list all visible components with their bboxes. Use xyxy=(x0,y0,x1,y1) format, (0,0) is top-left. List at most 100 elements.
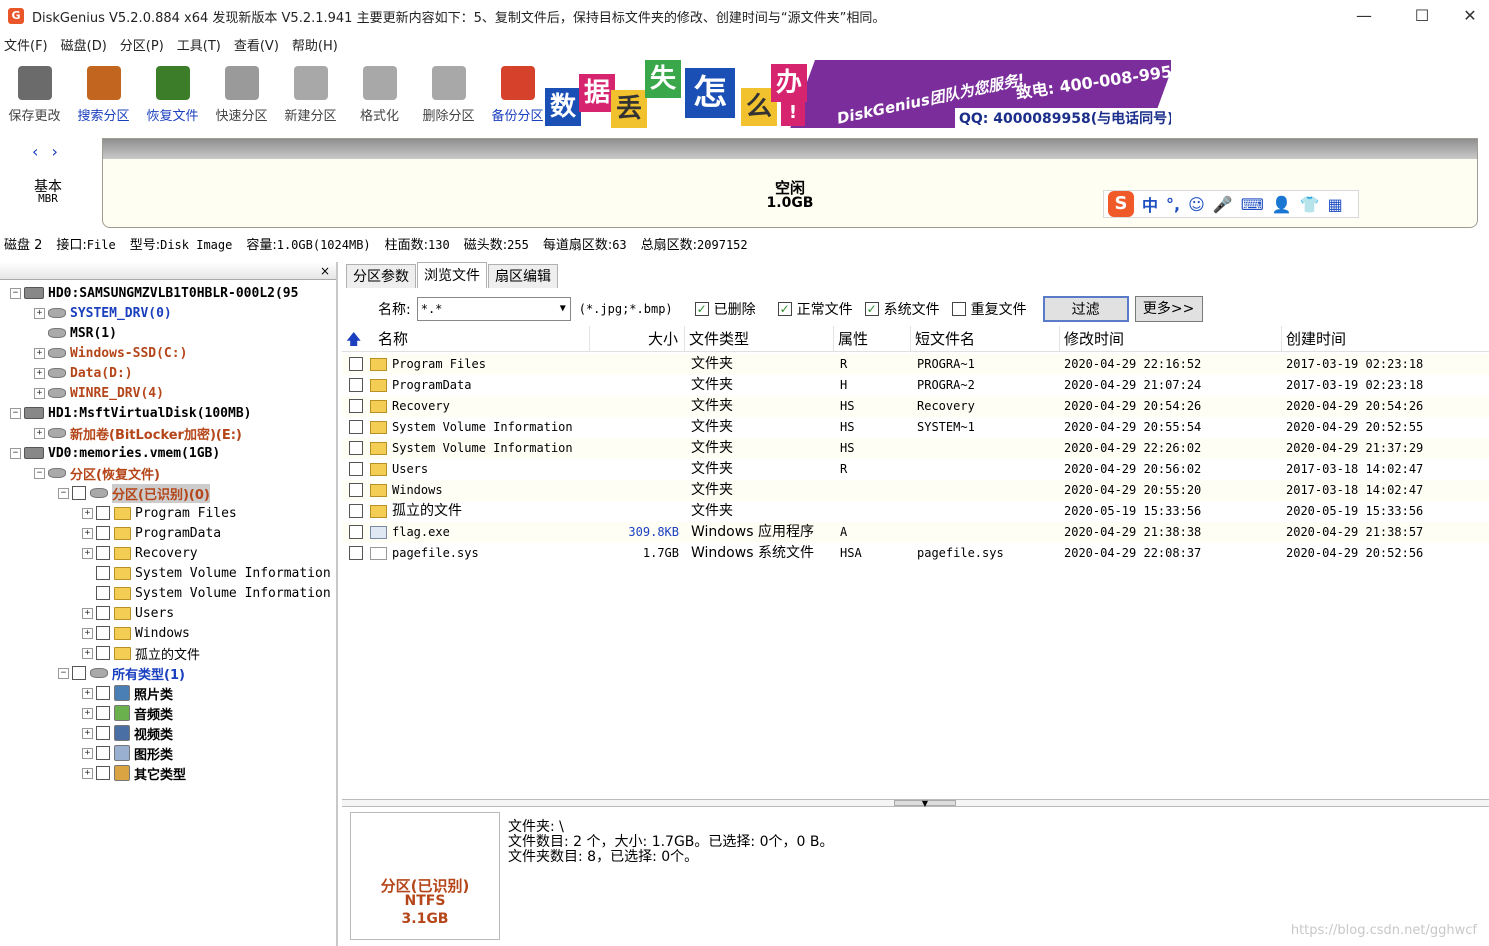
expand-icon[interactable]: + xyxy=(82,527,93,539)
menu-disk[interactable]: 磁盘(D) xyxy=(57,36,116,58)
expand-icon[interactable]: + xyxy=(82,627,93,639)
maximize-button[interactable]: ☐ xyxy=(1393,0,1451,32)
table-row[interactable]: ProgramData 文件夹 H PROGRA~2 2020-04-29 21:07:… xyxy=(342,375,1489,396)
row-checkbox[interactable] xyxy=(349,525,363,539)
row-checkbox[interactable] xyxy=(349,462,363,476)
row-checkbox[interactable] xyxy=(349,441,363,455)
table-row[interactable]: pagefile.sys 1.7GB Windows 系统文件 HSA pagefile… xyxy=(342,543,1489,564)
tree-checkbox[interactable] xyxy=(72,486,86,500)
tree-node[interactable]: System Volume Information xyxy=(82,583,331,603)
tree-node[interactable]: + 其它类型 xyxy=(82,763,186,783)
chevron-down-icon[interactable]: ▼ xyxy=(560,298,566,320)
expand-icon[interactable]: + xyxy=(82,647,93,659)
tree-node[interactable]: + 孤立的文件 xyxy=(82,643,200,663)
collapse-icon[interactable]: − xyxy=(10,407,21,419)
new-partition-button[interactable]: 新建分区 xyxy=(276,60,345,126)
normal-files-checkbox[interactable]: ✓ 正常文件 xyxy=(777,299,853,319)
format-button[interactable]: 格式化 xyxy=(345,60,414,126)
table-row[interactable]: flag.exe 309.8KB Windows 应用程序 A 2020-04-29 2… xyxy=(342,522,1489,543)
tree-checkbox[interactable] xyxy=(96,526,110,540)
tree-node[interactable]: + Windows-SSD(C:) xyxy=(34,343,187,363)
tree-node[interactable]: + 音频类 xyxy=(82,703,173,723)
table-row[interactable]: Program Files 文件夹 R PROGRA~1 2020-04-29 22:1… xyxy=(342,354,1489,375)
backup-partition-button[interactable]: 备份分区 xyxy=(483,60,552,126)
tab-browse-files[interactable]: 浏览文件 xyxy=(417,262,487,288)
checkbox-icon[interactable]: ✓ xyxy=(694,302,709,316)
tree-checkbox[interactable] xyxy=(96,726,110,740)
parent-folder-icon[interactable]: 🡅 xyxy=(342,326,370,352)
ime-menu-icon[interactable]: ▦ xyxy=(1328,195,1343,214)
column-attributes[interactable]: 属性 xyxy=(834,326,911,352)
tree-checkbox[interactable] xyxy=(96,706,110,720)
table-row[interactable]: Users 文件夹 R 2020-04-29 20:56:02 2017-03-18 1… xyxy=(342,459,1489,480)
name-filter-input[interactable]: *.* ▼ xyxy=(416,297,571,321)
quick-partition-button[interactable]: 快速分区 xyxy=(207,60,276,126)
checkbox-icon[interactable] xyxy=(951,302,966,316)
column-size[interactable]: 大小 xyxy=(590,326,685,352)
tree-checkbox[interactable] xyxy=(96,546,110,560)
table-row[interactable]: Windows 文件夹 2020-04-29 20:55:20 2017-03-18 … xyxy=(342,480,1489,501)
ime-keyboard-icon[interactable]: ⌨ xyxy=(1241,195,1264,214)
column-short-name[interactable]: 短文件名 xyxy=(911,326,1060,352)
ime-toolbar[interactable]: S 中 °, ☺ 🎤 ⌨ 👤 👕 ▦ xyxy=(1103,190,1359,218)
disk-nav-arrows[interactable]: ‹ › xyxy=(32,142,62,161)
expand-icon[interactable]: + xyxy=(82,747,93,759)
tree-node[interactable]: − 分区(恢复文件) xyxy=(34,463,160,483)
tree-checkbox[interactable] xyxy=(96,626,110,640)
tree-checkbox[interactable] xyxy=(96,566,110,580)
collapse-icon[interactable]: − xyxy=(10,287,21,299)
tree-node[interactable]: + ProgramData xyxy=(82,523,221,543)
row-checkbox[interactable] xyxy=(349,357,363,371)
tab-sector-editor[interactable]: 扇区编辑 xyxy=(488,264,558,288)
expand-icon[interactable]: + xyxy=(34,367,45,379)
row-checkbox[interactable] xyxy=(349,420,363,434)
splitter-grip-icon[interactable]: ▼ xyxy=(894,800,956,808)
column-modified[interactable]: 修改时间 xyxy=(1060,326,1282,352)
tree-node[interactable]: System Volume Information xyxy=(82,563,331,583)
menu-tools[interactable]: 工具(T) xyxy=(173,36,230,58)
menu-view[interactable]: 查看(V) xyxy=(230,36,288,58)
checkbox-icon[interactable]: ✓ xyxy=(864,302,879,316)
tree-node[interactable]: + SYSTEM_DRV(0) xyxy=(34,303,172,323)
tree-node[interactable]: + 图形类 xyxy=(82,743,173,763)
table-row[interactable]: 孤立的文件 文件夹 2020-05-19 15:33:56 2020-05-19 15… xyxy=(342,501,1489,522)
more-button[interactable]: 更多>> xyxy=(1134,296,1203,322)
tree-node[interactable]: + 视频类 xyxy=(82,723,173,743)
row-checkbox[interactable] xyxy=(349,504,363,518)
tree-node[interactable]: + 照片类 xyxy=(82,683,173,703)
tree-node[interactable]: + WINRE_DRV(4) xyxy=(34,383,164,403)
expand-icon[interactable]: + xyxy=(82,687,93,699)
tree-node[interactable]: − VD0:memories.vmem(1GB) xyxy=(10,443,220,463)
duplicate-files-checkbox[interactable]: 重复文件 xyxy=(951,299,1027,319)
ime-skin-icon[interactable]: 👕 xyxy=(1300,195,1320,214)
tree-node[interactable]: + Data(D:) xyxy=(34,363,133,383)
expand-icon[interactable]: + xyxy=(34,387,45,399)
menu-file[interactable]: 文件(F) xyxy=(0,36,57,58)
close-button[interactable]: ✕ xyxy=(1451,0,1489,32)
search-partition-button[interactable]: 搜索分区 xyxy=(69,60,138,126)
save-changes-button[interactable]: 保存更改 xyxy=(0,60,69,126)
expand-icon[interactable]: + xyxy=(82,707,93,719)
filter-button[interactable]: 过滤 xyxy=(1042,296,1129,322)
collapse-icon[interactable]: − xyxy=(10,447,21,459)
column-name[interactable]: 名称 xyxy=(374,326,590,352)
expand-icon[interactable]: + xyxy=(34,347,45,359)
ime-emoji-icon[interactable]: ☺ xyxy=(1188,195,1205,214)
tree-node[interactable]: MSR(1) xyxy=(34,323,117,343)
expand-icon[interactable]: + xyxy=(34,307,45,319)
expand-icon[interactable]: + xyxy=(82,507,93,519)
tab-partition-params[interactable]: 分区参数 xyxy=(346,264,416,288)
column-type[interactable]: 文件类型 xyxy=(685,326,834,352)
tree-checkbox[interactable] xyxy=(96,506,110,520)
tree-node[interactable]: − 分区(已识别)(0) xyxy=(58,483,210,503)
table-row[interactable]: System Volume Information 文件夹 HS SYSTEM~1 20… xyxy=(342,417,1489,438)
tree-node[interactable]: + Windows xyxy=(82,623,190,643)
recover-files-button[interactable]: 恢复文件 xyxy=(138,60,207,126)
ime-microphone-icon[interactable]: 🎤 xyxy=(1213,195,1233,214)
column-created[interactable]: 创建时间 xyxy=(1282,326,1489,352)
expand-icon[interactable]: + xyxy=(82,767,93,779)
row-checkbox[interactable] xyxy=(349,546,363,560)
tree-checkbox[interactable] xyxy=(96,746,110,760)
tree-node[interactable]: + Program Files xyxy=(82,503,237,523)
tree-checkbox[interactable] xyxy=(96,606,110,620)
